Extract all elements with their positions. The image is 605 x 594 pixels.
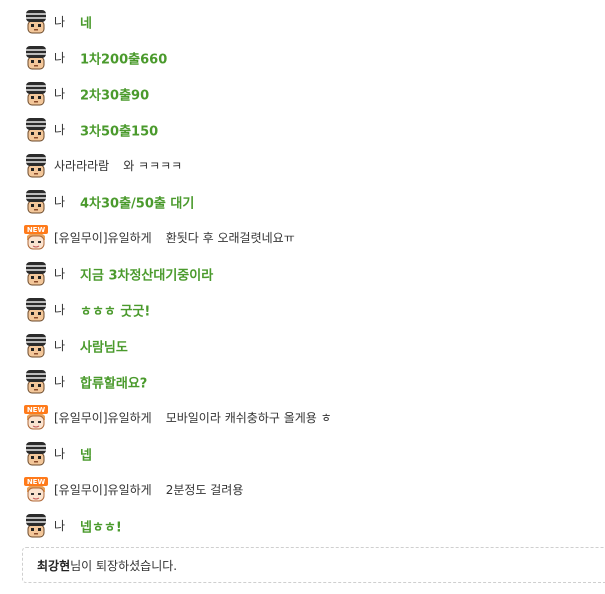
chat-message: 나 합류할래요? bbox=[22, 363, 605, 399]
message-text: 와 ㅋㅋㅋㅋ bbox=[123, 158, 183, 173]
sender-name: 나 bbox=[54, 302, 66, 317]
helmet-avatar-icon bbox=[22, 80, 50, 108]
sender-name: 나 bbox=[54, 266, 66, 281]
message-text: 모바일이라 캐쉬충하구 올게용 ㅎ bbox=[165, 410, 332, 425]
svg-text:NEW: NEW bbox=[27, 406, 46, 414]
sender-name: 나 bbox=[54, 86, 66, 101]
helmet-avatar-icon bbox=[22, 440, 50, 468]
message-text: 4차30출/50출 대기 bbox=[80, 196, 195, 212]
sender-name: 나 bbox=[54, 194, 66, 209]
message-text: 환됫다 후 오래걸렷네요ㅠ bbox=[165, 230, 295, 245]
sender-name: 나 bbox=[54, 122, 66, 137]
helmet-avatar-icon bbox=[22, 296, 50, 324]
helmet-avatar-icon bbox=[22, 512, 50, 540]
sender-name[interactable]: [유일무이]유일하게 bbox=[54, 229, 152, 246]
sender-name: 나 bbox=[54, 50, 66, 65]
sender-name: 나 bbox=[54, 446, 66, 461]
system-notice: 최강현 님이 퇴장하셨습니다. bbox=[22, 547, 605, 583]
chat-message: 사라라라람 와 ㅋㅋㅋㅋ bbox=[22, 147, 605, 183]
message-text: 넵ㅎㅎ! bbox=[80, 520, 122, 536]
chat-message: 나 ㅎㅎㅎ 굿굿! bbox=[22, 291, 605, 327]
helmet-avatar-icon bbox=[22, 44, 50, 72]
chat-message: NEW [유일무이]유일하게 2분정도 걸려용 bbox=[22, 471, 605, 507]
chat-message: 나 넵ㅎㅎ! bbox=[22, 507, 605, 543]
message-text: ㅎㅎㅎ 굿굿! bbox=[80, 304, 151, 320]
sender-name[interactable]: [유일무이]유일하게 bbox=[54, 481, 152, 498]
message-text: 2차30출90 bbox=[80, 88, 150, 104]
helmet-avatar-icon bbox=[22, 116, 50, 144]
chat-message: 나 3차50출150 bbox=[22, 111, 605, 147]
message-text: 합류할래요? bbox=[80, 376, 148, 392]
sender-name[interactable]: [유일무이]유일하게 bbox=[54, 409, 152, 426]
chat-message: 나 넵 bbox=[22, 435, 605, 471]
helmet-avatar-icon bbox=[22, 332, 50, 360]
message-text: 지금 3차정산대기중이라 bbox=[80, 268, 214, 284]
message-text: 넵 bbox=[80, 448, 92, 464]
message-text: 2분정도 걸려용 bbox=[165, 482, 244, 497]
helmet-avatar-icon bbox=[22, 260, 50, 288]
svg-text:NEW: NEW bbox=[27, 478, 46, 486]
message-text: 네 bbox=[80, 16, 92, 32]
notice-text: 님이 퇴장하셨습니다. bbox=[70, 558, 178, 573]
chat-message: 나 1차200출660 bbox=[22, 39, 605, 75]
chat-message: 나 네 bbox=[22, 3, 605, 39]
helmet-avatar-icon bbox=[22, 8, 50, 36]
chat-message: 나 지금 3차정산대기중이라 bbox=[22, 255, 605, 291]
new-badge-avatar-icon: NEW bbox=[22, 404, 50, 432]
chat-message: NEW [유일무이]유일하게 환됫다 후 오래걸렷네요ㅠ bbox=[22, 219, 605, 255]
message-text: 1차200출660 bbox=[80, 52, 168, 68]
message-text: 사람님도 bbox=[80, 340, 128, 356]
helmet-avatar-icon bbox=[22, 188, 50, 216]
chat-log: 나 네 나 1차200출660 나 2차30출90 나 3차50출150 사라라… bbox=[22, 3, 605, 543]
sender-name: 나 bbox=[54, 518, 66, 533]
sender-name[interactable]: 사라라라람 bbox=[54, 157, 109, 174]
notice-user: 최강현 bbox=[37, 558, 71, 573]
helmet-avatar-icon bbox=[22, 368, 50, 396]
new-badge-avatar-icon: NEW bbox=[22, 476, 50, 504]
new-badge-avatar-icon: NEW bbox=[22, 224, 50, 252]
sender-name: 나 bbox=[54, 374, 66, 389]
sender-name: 나 bbox=[54, 14, 66, 29]
chat-message: NEW [유일무이]유일하게 모바일이라 캐쉬충하구 올게용 ㅎ bbox=[22, 399, 605, 435]
svg-text:NEW: NEW bbox=[27, 226, 46, 234]
chat-message: 나 4차30출/50출 대기 bbox=[22, 183, 605, 219]
helmet-avatar-icon bbox=[22, 152, 50, 180]
message-text: 3차50출150 bbox=[80, 124, 159, 140]
chat-message: 나 사람님도 bbox=[22, 327, 605, 363]
chat-message: 나 2차30출90 bbox=[22, 75, 605, 111]
sender-name: 나 bbox=[54, 338, 66, 353]
